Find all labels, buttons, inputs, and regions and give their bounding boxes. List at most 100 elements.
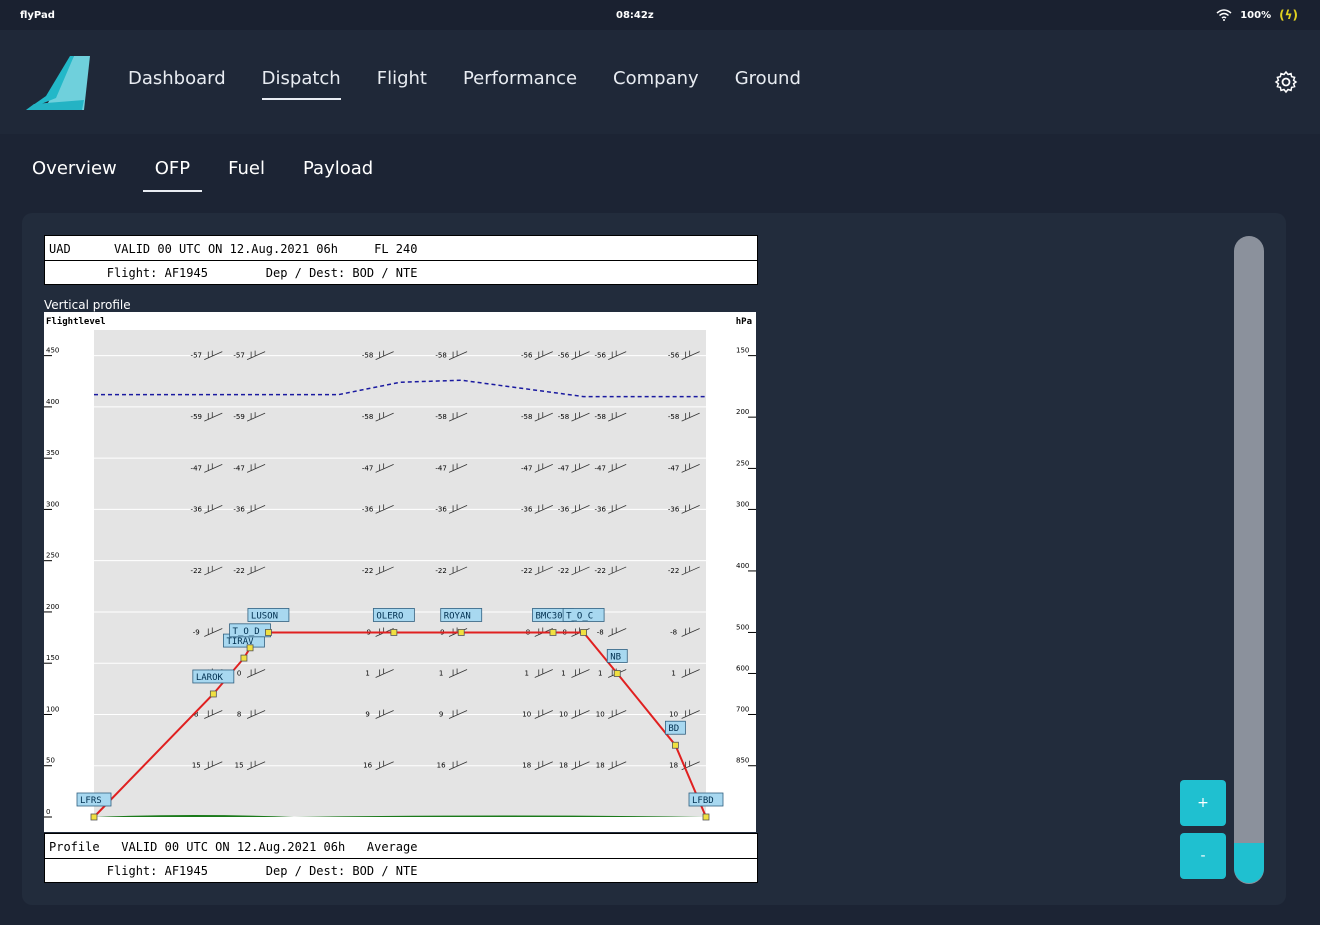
- temperature-label: -47: [521, 464, 532, 472]
- zoom-out-button[interactable]: -: [1180, 833, 1226, 879]
- scrollbar-thumb[interactable]: [1234, 843, 1264, 883]
- y2-tick-label: 400: [736, 562, 749, 570]
- waypoint-label: LUSON: [251, 611, 278, 621]
- nav-tab-dispatch[interactable]: Dispatch: [244, 30, 359, 134]
- y2-tick-label: 500: [736, 623, 749, 631]
- document-footer: Profile VALID 00 UTC ON 12.Aug.2021 06h …: [44, 833, 758, 883]
- temperature-label: -36: [521, 505, 533, 513]
- temperature-label: -36: [435, 505, 447, 513]
- temperature-label: -56: [558, 352, 570, 360]
- waypoint-marker: [702, 813, 710, 821]
- temperature-label: 1: [439, 669, 443, 677]
- temperature-label: -47: [233, 464, 244, 472]
- temperature-label: -47: [594, 464, 605, 472]
- ofp-document: UAD VALID 00 UTC ON 12.Aug.2021 06h FL 2…: [42, 235, 758, 885]
- temperature-label: -47: [191, 464, 202, 472]
- y2-tick-label: 700: [736, 705, 749, 713]
- y-tick-label: 450: [46, 347, 59, 355]
- waypoint-marker: [672, 741, 679, 749]
- main-nav: Dashboard Dispatch Flight Performance Compan…: [110, 30, 819, 134]
- plot-area: [94, 330, 706, 817]
- ofp-panel: UAD VALID 00 UTC ON 12.Aug.2021 06h FL 2…: [22, 213, 1286, 905]
- temperature-label: 0: [237, 669, 241, 677]
- nav-tab-company[interactable]: Company: [595, 30, 717, 134]
- temperature-label: -9: [193, 628, 200, 636]
- temperature-label: -57: [191, 352, 202, 360]
- document-header: UAD VALID 00 UTC ON 12.Aug.2021 06h FL 2…: [44, 235, 758, 285]
- temperature-label: -22: [233, 567, 244, 575]
- nav-tab-ground[interactable]: Ground: [717, 30, 819, 134]
- temperature-label: -47: [362, 464, 373, 472]
- waypoint-label: NB: [610, 652, 621, 662]
- y-tick-label: 350: [46, 449, 59, 457]
- temperature-label: -22: [521, 567, 532, 575]
- temperature-label: -36: [233, 505, 245, 513]
- y-tick-label: 300: [46, 500, 59, 508]
- wifi-icon: [1216, 9, 1232, 21]
- waypoint-marker: [580, 629, 587, 636]
- y2-axis-title: hPa: [736, 317, 752, 327]
- y2-tick-label: 200: [736, 408, 749, 416]
- y2-tick-label: 600: [736, 664, 749, 672]
- subnav-tab-ofp[interactable]: OFP: [142, 140, 203, 200]
- temperature-label: 9: [439, 710, 443, 718]
- temperature-label: -36: [558, 505, 570, 513]
- vertical-profile-chart: Flightlevel hPa 0 50 100 150 200 250 300 350 400 45…: [44, 312, 756, 832]
- temperature-label: -58: [435, 413, 446, 421]
- temperature-label: -58: [362, 352, 373, 360]
- temperature-label: -36: [594, 505, 606, 513]
- waypoint-marker: [549, 629, 557, 636]
- waypoint-marker: [90, 813, 98, 821]
- temperature-label: -36: [191, 505, 203, 513]
- temperature-label: -47: [558, 464, 569, 472]
- temperature-label: -56: [668, 352, 680, 360]
- temperature-label: -22: [362, 567, 373, 575]
- gear-icon[interactable]: [1274, 70, 1298, 94]
- temperature-label: -22: [594, 567, 605, 575]
- nav-tab-performance[interactable]: Performance: [445, 30, 595, 134]
- subnav-tab-payload[interactable]: Payload: [291, 140, 385, 200]
- y-tick-label: 150: [46, 654, 59, 662]
- y-tick-label: 100: [46, 705, 59, 713]
- y2-tick-label: 250: [736, 459, 749, 467]
- waypoint-marker: [390, 629, 398, 636]
- temperature-label: 1: [671, 669, 675, 677]
- temperature-label: -58: [521, 413, 532, 421]
- waypoint-marker: [265, 629, 272, 636]
- y2-tick-label: 150: [736, 347, 749, 355]
- subnav-tab-overview[interactable]: Overview: [20, 140, 129, 200]
- battery-level: 100%: [1240, 9, 1272, 21]
- charging-icon: (ϟ): [1279, 8, 1298, 22]
- temperature-label: 10: [559, 710, 568, 718]
- temperature-label: -36: [362, 505, 374, 513]
- vertical-profile-svg: Flightlevel hPa05010015020025030035040045…: [44, 316, 756, 821]
- scrollbar-track[interactable]: [1234, 236, 1264, 884]
- nav-tab-flight[interactable]: Flight: [359, 30, 445, 134]
- y-tick-label: 0: [46, 808, 50, 816]
- nav-tab-dashboard[interactable]: Dashboard: [110, 30, 244, 134]
- temperature-label: 10: [596, 710, 605, 718]
- waypoint-label: LFBD: [692, 796, 714, 806]
- temperature-label: 15: [192, 762, 201, 770]
- header-divider: [45, 260, 757, 261]
- y-tick-label: 50: [46, 757, 55, 765]
- temperature-label: 8: [237, 710, 241, 718]
- temperature-label: -47: [668, 464, 679, 472]
- temperature-label: 1: [365, 669, 369, 677]
- waypoint-label: OLERO: [376, 611, 403, 621]
- status-clock: 08:42z: [616, 10, 654, 21]
- section-title: Vertical profile: [44, 298, 131, 312]
- waypoint-label: T_O_C: [566, 611, 593, 621]
- temperature-label: 16: [437, 762, 446, 770]
- waypoint-label: ROYAN: [444, 611, 471, 621]
- temperature-label: -22: [668, 567, 679, 575]
- header-line-1: UAD VALID 00 UTC ON 12.Aug.2021 06h FL 2…: [49, 242, 418, 256]
- subnav-tab-fuel[interactable]: Fuel: [216, 140, 277, 200]
- temperature-label: 18: [559, 762, 568, 770]
- temperature-label: -57: [233, 352, 244, 360]
- waypoint-label: BMC30: [536, 611, 563, 621]
- temperature-label: 15: [235, 762, 244, 770]
- temperature-label: -22: [558, 567, 569, 575]
- temperature-label: -36: [668, 505, 680, 513]
- zoom-in-button[interactable]: +: [1180, 780, 1226, 826]
